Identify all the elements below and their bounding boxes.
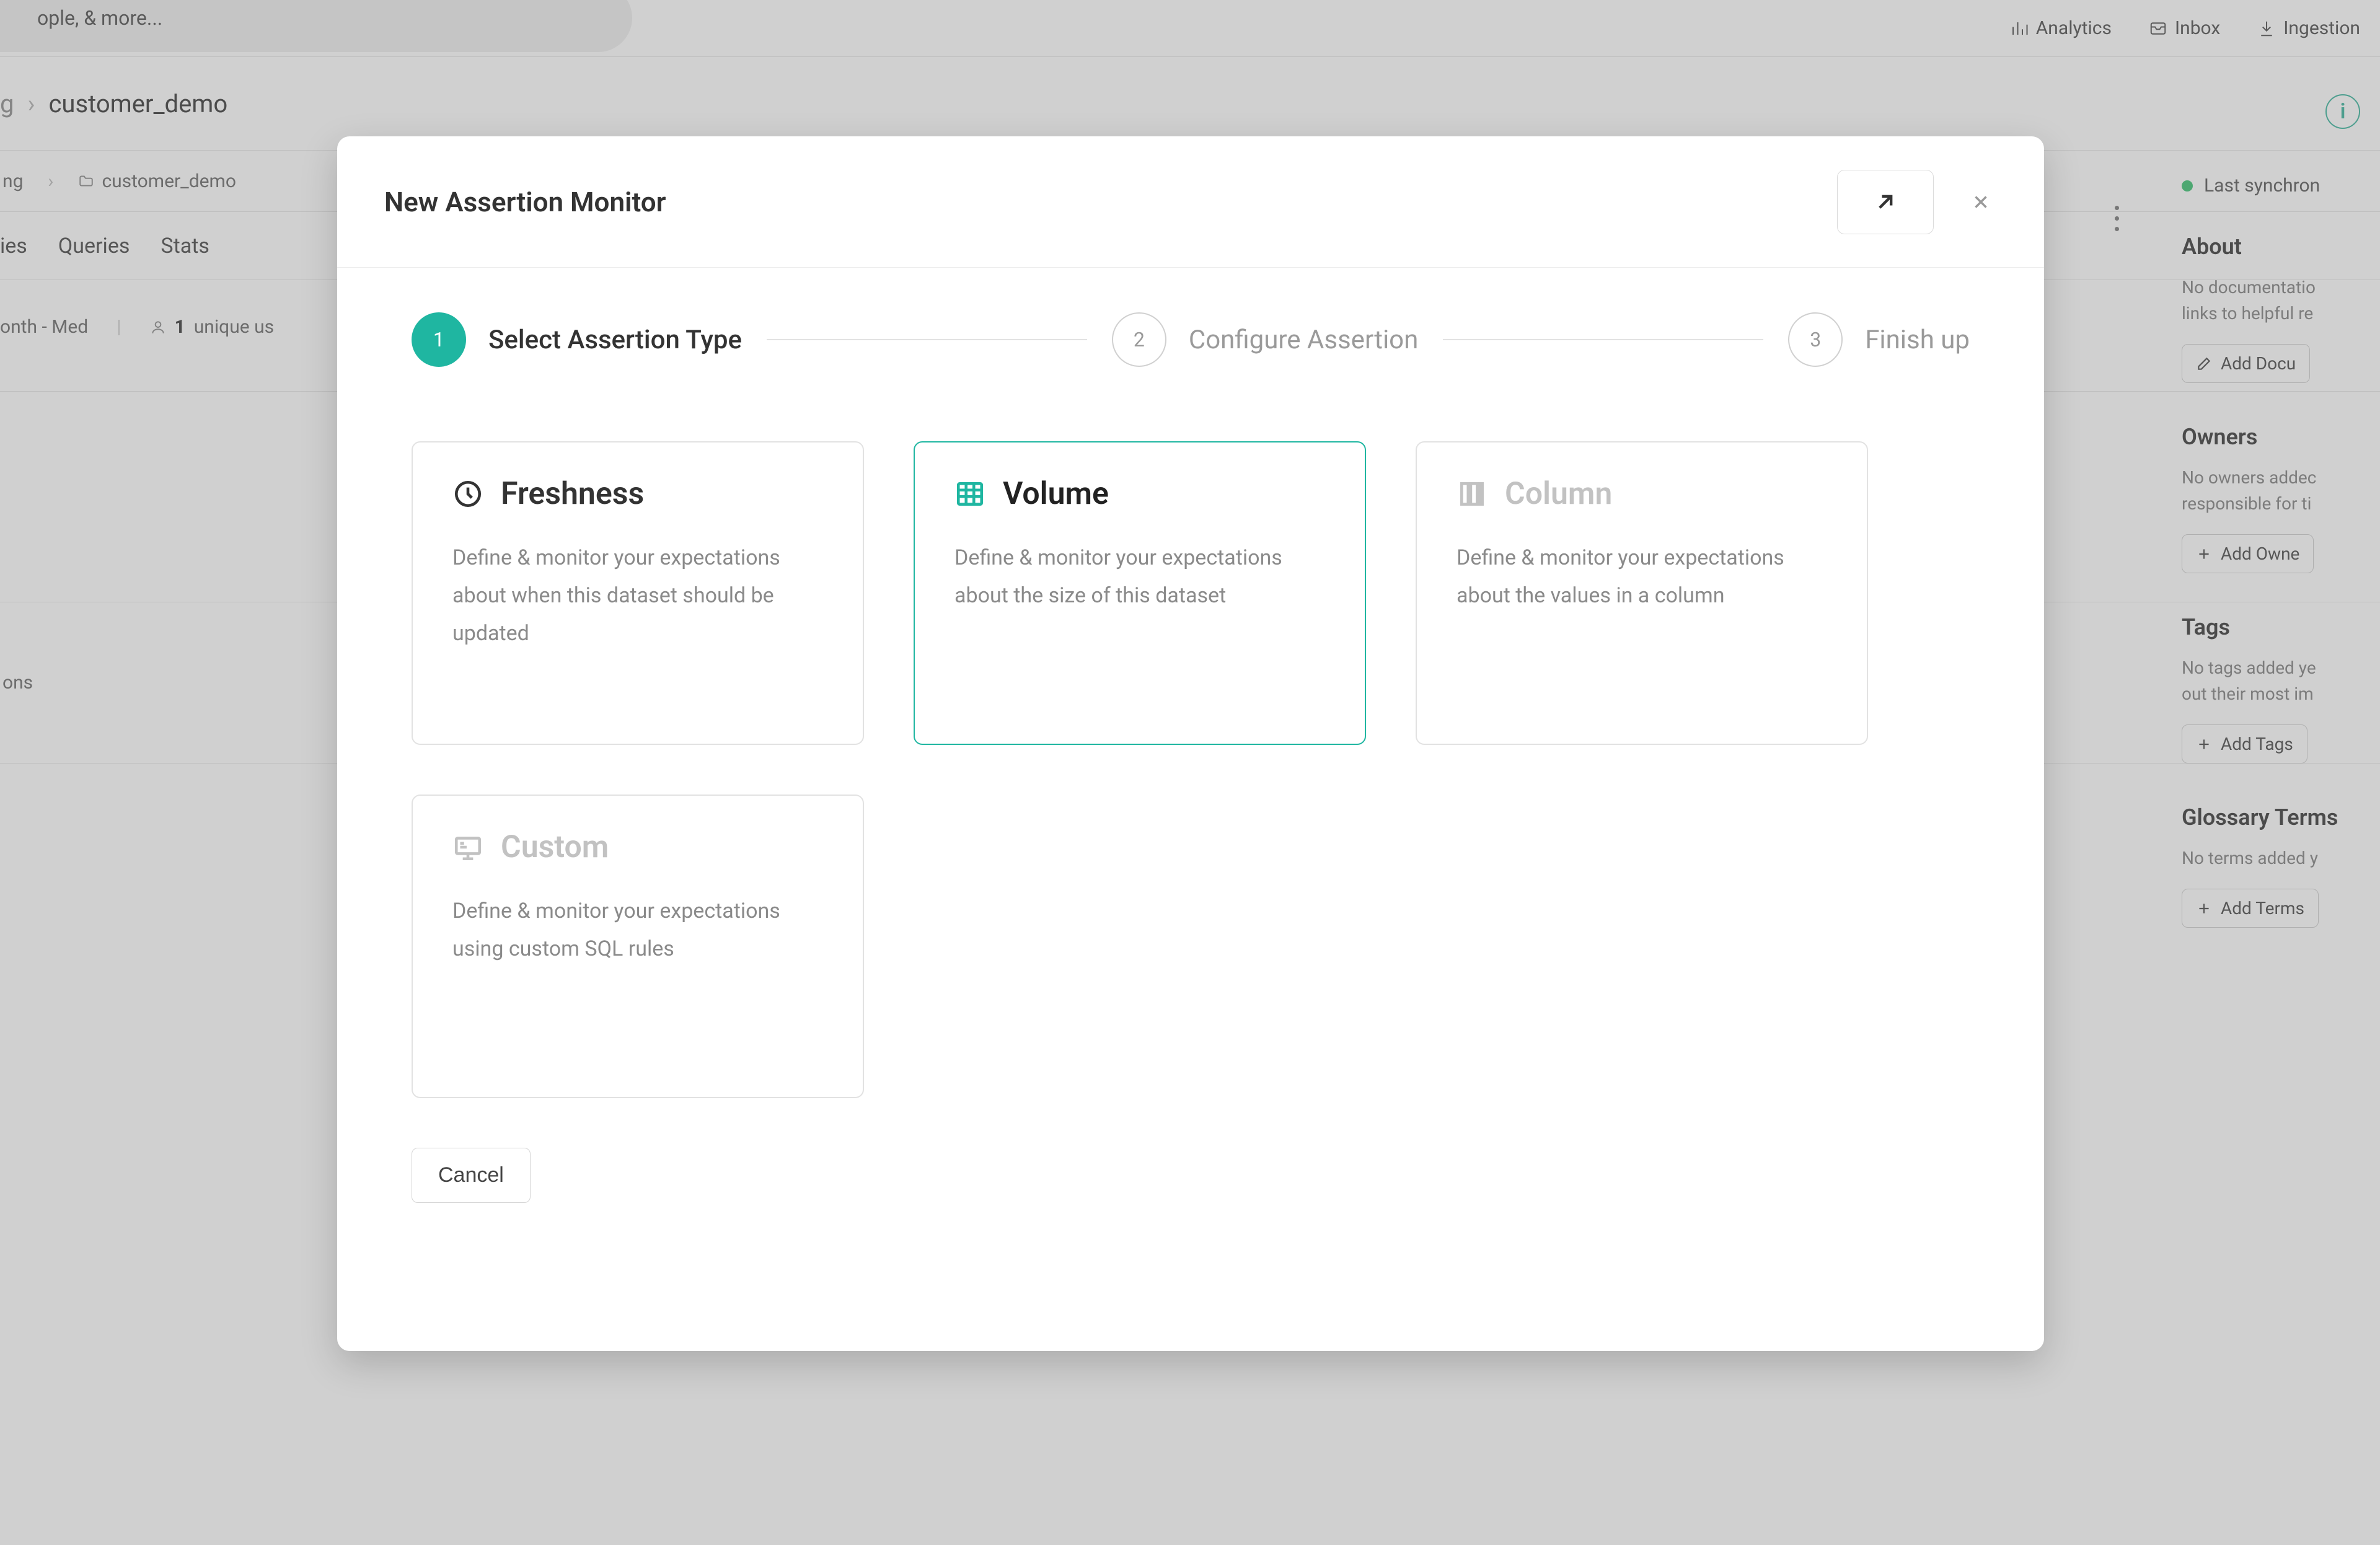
close-icon: [1970, 191, 1991, 213]
step-number: 2: [1112, 312, 1166, 367]
modal-footer: Cancel: [412, 1098, 1970, 1203]
step-label: Finish up: [1865, 325, 1970, 355]
expand-button[interactable]: [1837, 170, 1934, 234]
card-desc: Define & monitor your expectations about…: [452, 539, 823, 653]
card-title: Custom: [501, 829, 609, 865]
assertion-type-cards: Freshness Define & monitor your expectat…: [412, 441, 1970, 1098]
card-desc: Define & monitor your expectations about…: [1457, 539, 1827, 615]
card-volume[interactable]: Volume Define & monitor your expectation…: [914, 441, 1366, 745]
stepper: 1 Select Assertion Type 2 Configure Asse…: [412, 312, 1970, 367]
card-desc: Define & monitor your expectations about…: [954, 539, 1325, 615]
step-number: 3: [1788, 312, 1843, 367]
sql-icon: [452, 832, 483, 863]
card-freshness[interactable]: Freshness Define & monitor your expectat…: [412, 441, 864, 745]
step-label: Select Assertion Type: [488, 325, 742, 355]
modal-header: New Assertion Monitor: [337, 136, 2044, 268]
modal-header-actions: [1837, 170, 1999, 234]
card-custom[interactable]: Custom Define & monitor your expectation…: [412, 795, 864, 1098]
card-title: Volume: [1003, 476, 1109, 512]
step-1[interactable]: 1 Select Assertion Type: [412, 312, 742, 367]
step-2[interactable]: 2 Configure Assertion: [1112, 312, 1418, 367]
assertion-monitor-modal: New Assertion Monitor 1 Select Assertion…: [337, 136, 2044, 1351]
step-number: 1: [412, 312, 466, 367]
step-divider: [1443, 339, 1763, 340]
step-3[interactable]: 3 Finish up: [1788, 312, 1970, 367]
clock-icon: [452, 478, 483, 509]
card-column[interactable]: Column Define & monitor your expectation…: [1416, 441, 1868, 745]
column-icon: [1457, 478, 1488, 509]
step-label: Configure Assertion: [1189, 325, 1418, 355]
close-button[interactable]: [1962, 183, 1999, 221]
modal-body: 1 Select Assertion Type 2 Configure Asse…: [337, 268, 2044, 1351]
card-title: Freshness: [501, 476, 644, 512]
modal-title: New Assertion Monitor: [384, 186, 666, 218]
card-desc: Define & monitor your expectations using…: [452, 892, 823, 968]
expand-icon: [1872, 188, 1899, 216]
step-divider: [767, 339, 1087, 340]
table-icon: [954, 478, 985, 509]
cancel-button[interactable]: Cancel: [412, 1148, 531, 1203]
card-title: Column: [1505, 476, 1612, 512]
